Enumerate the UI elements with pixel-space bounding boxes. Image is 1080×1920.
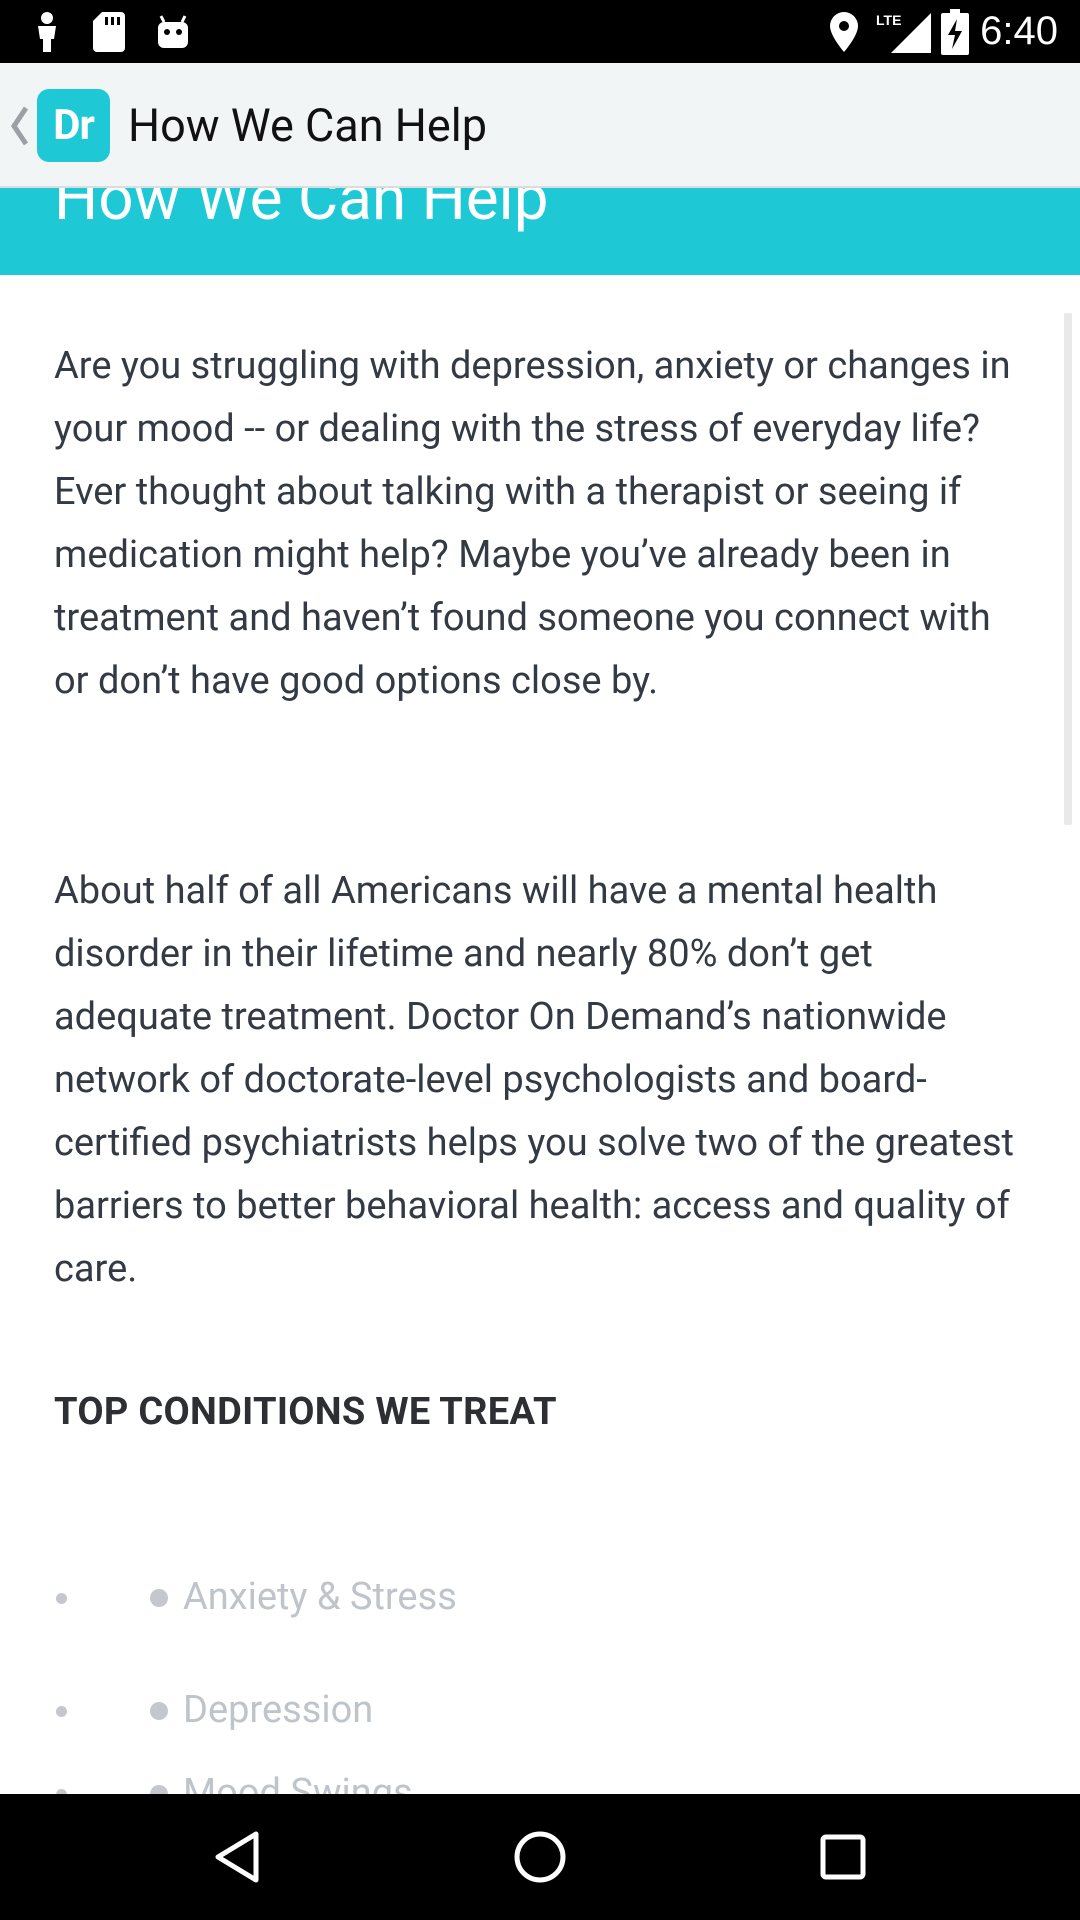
condition-label: Anxiety & Stress	[183, 1575, 457, 1619]
home-circle-icon[interactable]	[505, 1822, 575, 1892]
sd-card-icon	[93, 0, 125, 63]
hero-banner: How We Can Help	[0, 188, 1080, 275]
person-icon	[34, 0, 60, 63]
bullet-icon	[56, 1706, 67, 1717]
list-item: Mood Swings	[0, 1763, 1080, 1794]
app-bar-title: How We Can Help	[128, 99, 487, 152]
bullet-icon	[150, 1702, 168, 1720]
condition-label: Mood Swings	[183, 1771, 413, 1794]
app-bar: Dr How We Can Help	[0, 63, 1080, 188]
lte-signal-icon: LTE	[876, 0, 934, 63]
android-icon	[156, 0, 190, 63]
recents-square-icon[interactable]	[808, 1822, 878, 1892]
navigation-bar	[0, 1794, 1080, 1920]
bullet-icon	[150, 1589, 168, 1607]
bullet-icon	[56, 1593, 67, 1604]
app-logo[interactable]: Dr	[37, 89, 110, 162]
conditions-list: Anxiety & Stress Depression Mood Swings	[0, 275, 1080, 1794]
chevron-left-icon[interactable]	[8, 96, 32, 156]
logo-text: Dr	[53, 101, 95, 150]
list-item: Depression	[0, 1680, 1080, 1740]
screen: LTE 6:40 Dr How We Can Help How We Can H…	[0, 0, 1080, 1920]
svg-text:LTE: LTE	[876, 12, 901, 28]
content-area[interactable]: Are you struggling with depression, anxi…	[0, 275, 1080, 1794]
battery-charging-icon	[941, 0, 969, 63]
condition-label: Depression	[183, 1688, 374, 1732]
back-triangle-icon[interactable]	[202, 1822, 272, 1892]
status-bar: LTE 6:40	[0, 0, 1080, 63]
status-time: 6:40	[980, 9, 1058, 53]
bullet-icon	[150, 1785, 168, 1794]
list-item: Anxiety & Stress	[0, 1567, 1080, 1627]
hero-title: How We Can Help	[54, 188, 549, 235]
location-icon	[829, 0, 859, 63]
